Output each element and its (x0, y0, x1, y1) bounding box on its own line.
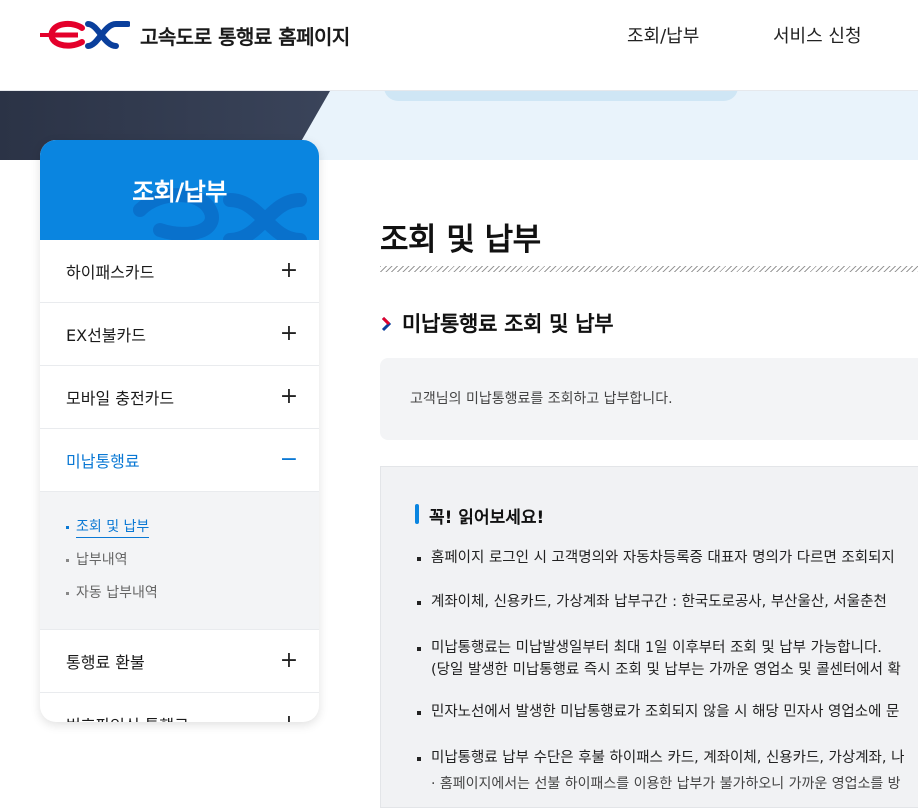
notice-title: 꼭! 읽어보세요! (415, 503, 544, 528)
site-header: 고속도로 통행료 홈페이지 조회/납부 서비스 신청 (0, 0, 918, 91)
banner-pill-shape (384, 91, 738, 101)
side-nav: 조회/납부 하이패스카드 + EX선불카드 + 모바일 충전카드 + 미납통행료… (40, 140, 319, 722)
sidebar-item-unpaid-toll[interactable]: 미납통행료 − (40, 429, 319, 492)
site-title[interactable]: 고속도로 통행료 홈페이지 (140, 21, 350, 50)
sub-item-lookup-payment[interactable]: 조회 및 납부 (66, 514, 319, 547)
description-text: 고객님의 미납통행료를 조회하고 납부합니다. (410, 391, 673, 407)
list-item: 민자노선에서 발생한 미납통행료가 조회되지 않을 시 해당 민자사 영업소에 … (415, 701, 899, 723)
list-item: 미납통행료는 미납발생일부터 최대 1일 이후부터 조회 및 납부 가능합니다. (415, 637, 882, 659)
list-item: 계좌이체, 신용카드, 가상계좌 납부구간 : 한국도로공사, 부산울산, 서울… (415, 591, 887, 613)
side-nav-title: 조회/납부 (132, 178, 227, 206)
chevron-right-icon (381, 316, 392, 332)
plus-icon[interactable]: + (279, 650, 299, 672)
page-title: 조회 및 납부 (380, 222, 541, 258)
sidebar-item-mobile-charge-card[interactable]: 모바일 충전카드 + (40, 366, 319, 429)
description-box: 고객님의 미납통행료를 조회하고 납부합니다. (380, 358, 918, 440)
title-divider (380, 266, 918, 272)
section-title: 미납통행료 조회 및 납부 (380, 308, 614, 338)
list-item-note: (당일 발생한 미납통행료 즉시 조회 및 납부는 가까운 영업소 및 콜센터에… (431, 662, 901, 678)
gnb-service-apply[interactable]: 서비스 신청 (773, 22, 862, 48)
sub-item-label: 납부내역 (76, 552, 128, 568)
sidebar-item-ex-prepaid-card[interactable]: EX선불카드 + (40, 303, 319, 366)
gnb-lookup-payment[interactable]: 조회/납부 (627, 22, 699, 48)
sidebar-item-label: 하이패스카드 (66, 263, 155, 282)
sidebar-item-hipass-card[interactable]: 하이패스카드 + (40, 240, 319, 303)
list-item: 홈페이지 로그인 시 고객명의와 자동차등록증 대표자 명의가 다르면 조회되지 (415, 547, 895, 569)
sidebar-sub-list: 조회 및 납부 납부내역 자동 납부내역 (40, 492, 319, 630)
list-item: 미납통행료 납부 수단은 후불 하이패스 카드, 계좌이체, 신용카드, 가상계… (415, 747, 904, 769)
plus-icon[interactable]: + (279, 260, 299, 282)
sub-item-auto-payment-history[interactable]: 자동 납부내역 (66, 580, 319, 613)
minus-icon[interactable]: − (279, 449, 299, 471)
sub-item-payment-history[interactable]: 납부내역 (66, 547, 319, 580)
sub-item-label: 조회 및 납부 (76, 519, 150, 538)
plus-icon[interactable]: + (279, 386, 299, 408)
side-nav-header: 조회/납부 (40, 140, 319, 240)
sub-item-label: 자동 납부내역 (76, 585, 158, 601)
sidebar-item-toll-refund[interactable]: 통행료 환불 + (40, 630, 319, 693)
sidebar-item-label: 미납통행료 (66, 452, 140, 471)
sidebar-item-label: 번호판인식 통행료 (66, 712, 189, 722)
sidebar-item-label: 모바일 충전카드 (66, 389, 175, 408)
notice-box: 꼭! 읽어보세요! 홈페이지 로그인 시 고객명의와 자동차등록증 대표자 명의… (380, 466, 918, 808)
plus-icon[interactable]: + (279, 713, 299, 723)
plus-icon[interactable]: + (279, 323, 299, 345)
ex-logo-icon[interactable] (38, 18, 130, 52)
sidebar-item-plate-recognition-toll[interactable]: 번호판인식 통행료 + (40, 693, 319, 723)
sidebar-item-label: EX선불카드 (66, 326, 146, 345)
sidebar-item-label: 통행료 환불 (66, 653, 145, 672)
section-title-text: 미납통행료 조회 및 납부 (402, 312, 614, 336)
